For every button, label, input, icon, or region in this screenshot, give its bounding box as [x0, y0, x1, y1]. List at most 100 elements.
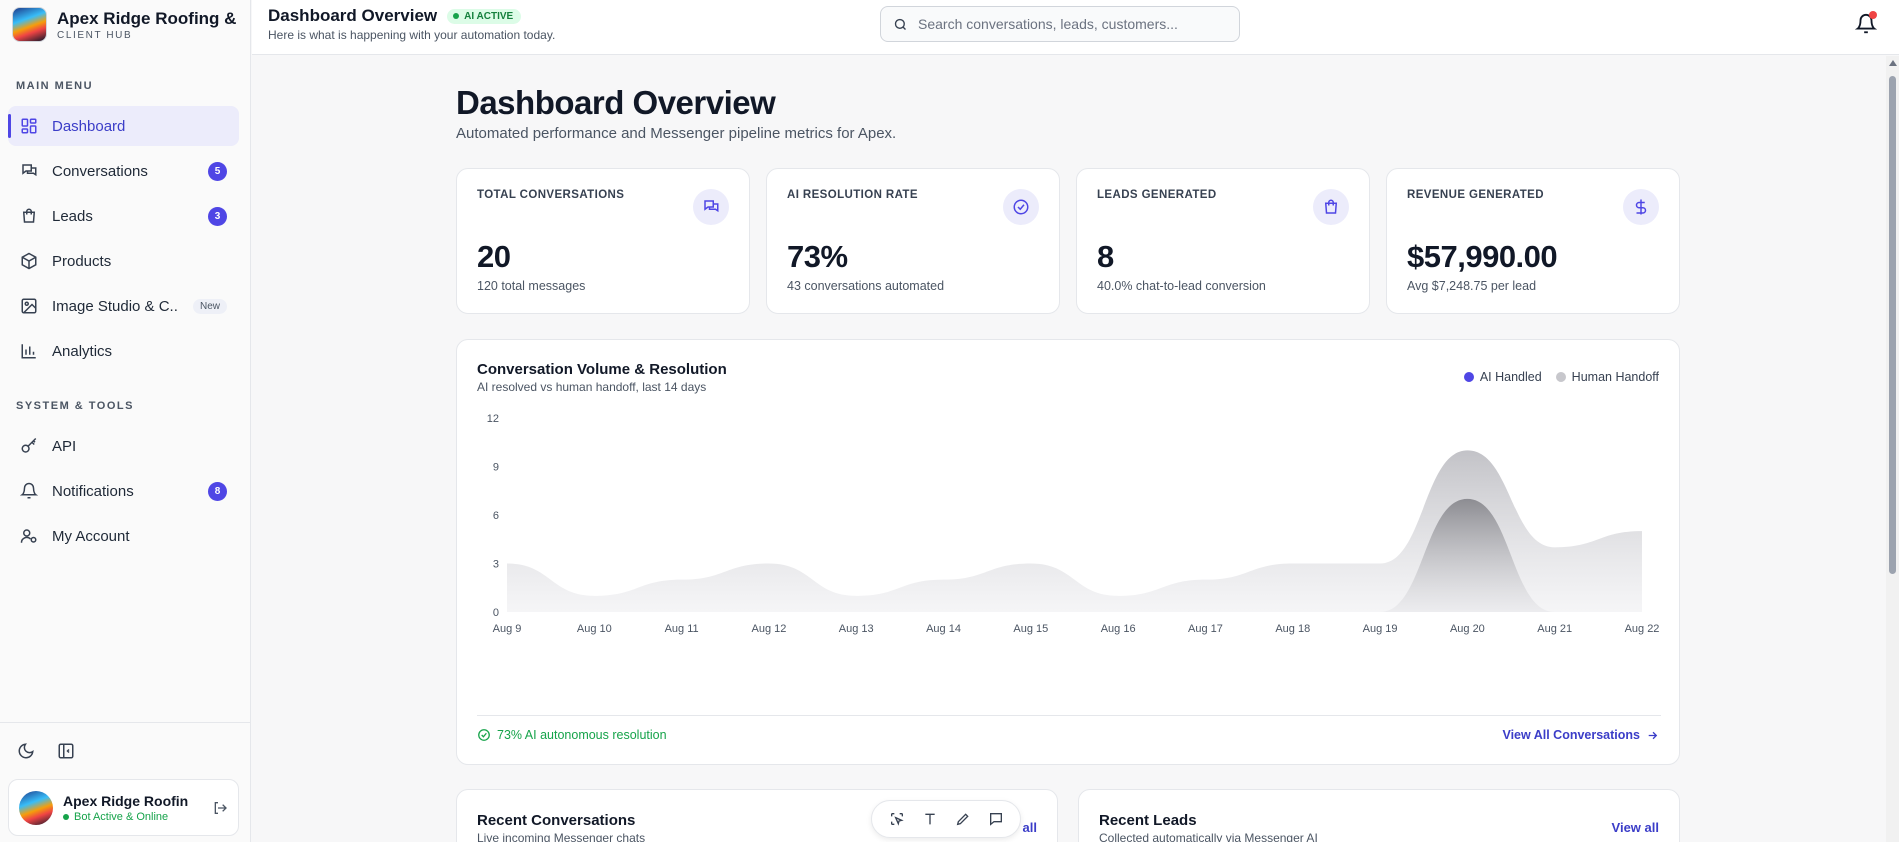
- collapse-sidebar-icon[interactable]: [57, 742, 75, 760]
- status-dot: [453, 13, 460, 19]
- sidebar-item-label: Analytics: [52, 342, 113, 360]
- stat-icon-wrap: [1313, 189, 1349, 225]
- sidebar-divider: [0, 722, 251, 723]
- legend-label: AI Handled: [1479, 370, 1542, 384]
- key-icon: [21, 437, 37, 453]
- stat-label: TOTAL CONVERSATIONS: [477, 189, 625, 201]
- top-bar: Dashboard Overview AI ACTIVE Here is wha…: [252, 0, 1899, 55]
- sidebar-item-api[interactable]: API: [8, 426, 239, 466]
- arrow-right-icon: [1648, 731, 1658, 739]
- stat-subtext: 43 conversations automated: [787, 279, 945, 293]
- view-all-leads-button[interactable]: View all: [1612, 820, 1659, 835]
- x-tick-label: Aug 22: [1625, 623, 1660, 635]
- sidebar-item-image-studio[interactable]: Image Studio & C... New: [8, 286, 239, 326]
- area-chart: 0 3 6 9 12 Aug 9 Aug 10 Aug 11 Aug 12 Aug 13 Aug 1…: [487, 413, 1660, 635]
- panel-title: Recent Leads: [1099, 812, 1197, 829]
- select-tool-icon[interactable]: [889, 811, 905, 827]
- sidebar-item-products[interactable]: Products: [8, 241, 239, 281]
- logout-icon[interactable]: [212, 800, 228, 816]
- status-badge: AI ACTIVE: [447, 8, 522, 24]
- panel-title: Recent Conversations: [477, 812, 636, 829]
- sidebar-item-my-account[interactable]: My Account: [8, 516, 239, 556]
- chart-legend: AI Handled Human Handoff: [1463, 370, 1659, 384]
- panel-subtitle: Collected automatically via Messenger AI: [1099, 831, 1318, 842]
- x-tick-label: Aug 16: [1101, 623, 1136, 635]
- stat-icon-wrap: [693, 189, 729, 225]
- page-subtitle: Automated performance and Messenger pipe…: [456, 125, 897, 142]
- stat-subtext: Avg $7,248.75 per lead: [1407, 279, 1537, 293]
- sidebar-item-dashboard[interactable]: Dashboard: [8, 106, 239, 146]
- sidebar-item-notifications[interactable]: Notifications 8: [8, 471, 239, 511]
- stat-subtext: 120 total messages: [477, 279, 586, 293]
- legend-label: Human Handoff: [1571, 370, 1659, 384]
- check-circle-icon: [478, 729, 490, 741]
- new-tag: New: [192, 298, 227, 314]
- bar-chart-icon: [21, 344, 36, 359]
- notification-dot: [1869, 11, 1877, 19]
- leads-badge: 3: [208, 206, 227, 226]
- account-card[interactable]: Apex Ridge Roofin... Bot Active & Online: [8, 779, 239, 836]
- x-tick-label: Aug 18: [1275, 623, 1310, 635]
- sidebar-item-label: Products: [52, 252, 112, 270]
- view-all-conversations-button[interactable]: all: [1023, 820, 1037, 835]
- search-input[interactable]: [918, 16, 1218, 32]
- user-gear-icon: [20, 529, 37, 543]
- chart-title: Conversation Volume & Resolution: [477, 361, 727, 378]
- sidebar-item-label: My Account: [52, 527, 130, 545]
- stat-value: $57,990.00: [1407, 239, 1558, 274]
- legend-item-ai-handled[interactable]: AI Handled: [1463, 370, 1542, 384]
- moon-icon[interactable]: [17, 742, 35, 760]
- sidebar-item-label: Notifications: [52, 482, 134, 500]
- bell-icon: [20, 482, 38, 499]
- x-tick-label: Aug 13: [839, 623, 874, 635]
- scroll-up-arrow[interactable]: [1889, 60, 1897, 66]
- conversation-volume-chart-card: Conversation Volume & Resolution AI reso…: [456, 339, 1680, 765]
- legend-swatch: [1463, 372, 1474, 382]
- y-tick-label: 0: [493, 607, 499, 619]
- brand-subtitle: CLIENT HUB: [57, 29, 133, 41]
- stat-icon-wrap: [1623, 189, 1659, 225]
- y-tick-label: 3: [493, 559, 499, 571]
- stat-label: REVENUE GENERATED: [1407, 189, 1544, 201]
- sidebar-item-label: Image Studio & C...: [52, 297, 179, 315]
- grid-icon: [21, 118, 37, 134]
- scroll-thumb[interactable]: [1889, 76, 1896, 574]
- y-tick-label: 9: [493, 462, 499, 474]
- stat-card-revenue-generated: REVENUE GENERATED $57,990.00 Avg $7,248.…: [1386, 168, 1680, 314]
- stat-card-ai-resolution-rate: AI RESOLUTION RATE 73% 43 conversations …: [766, 168, 1060, 314]
- stat-subtext: 40.0% chat-to-lead conversion: [1097, 279, 1266, 293]
- floating-toolbar: [871, 800, 1021, 838]
- legend-item-human-handoff[interactable]: Human Handoff: [1555, 370, 1659, 384]
- sidebar-item-conversations[interactable]: Conversations 5: [8, 151, 239, 191]
- image-icon: [21, 298, 37, 314]
- x-tick-label: Aug 15: [1013, 623, 1048, 635]
- comment-tool-icon[interactable]: [988, 811, 1004, 827]
- text-tool-icon[interactable]: [922, 811, 938, 827]
- search-bar[interactable]: [880, 6, 1240, 42]
- x-tick-label: Aug 20: [1450, 623, 1485, 635]
- avatar: [19, 790, 53, 825]
- x-tick-label: Aug 21: [1537, 623, 1572, 635]
- sidebar-item-leads[interactable]: Leads 3: [8, 196, 239, 236]
- stat-card-total-conversations: TOTAL CONVERSATIONS 20 120 total message…: [456, 168, 750, 314]
- account-status: Bot Active & Online: [63, 811, 202, 823]
- sidebar: Apex Ridge Roofing & ... CLIENT HUB MAIN…: [0, 0, 251, 842]
- account-status-text: Bot Active & Online: [74, 810, 169, 823]
- stat-label: LEADS GENERATED: [1097, 189, 1217, 201]
- stat-card-leads-generated: LEADS GENERATED 8 40.0% chat-to-lead con…: [1076, 168, 1370, 314]
- header: Dashboard Overview AI ACTIVE: [268, 6, 522, 26]
- sidebar-item-analytics[interactable]: Analytics: [8, 331, 239, 371]
- brand[interactable]: Apex Ridge Roofing & ... CLIENT HUB: [12, 7, 242, 42]
- stat-value: 8: [1097, 239, 1114, 274]
- pen-tool-icon[interactable]: [955, 811, 971, 827]
- view-all-conversations-link[interactable]: View All Conversations: [1502, 728, 1659, 742]
- scrollbar[interactable]: [1886, 56, 1899, 842]
- x-tick-label: Aug 14: [926, 623, 961, 635]
- shopping-bag-icon: [22, 208, 36, 223]
- view-all-conversations-label: View All Conversations: [1502, 728, 1640, 742]
- sidebar-item-label: API: [52, 437, 77, 455]
- search-icon: [894, 18, 906, 30]
- chat-icon: [704, 200, 719, 213]
- chart-footer-divider: [477, 715, 1661, 716]
- legend-swatch: [1555, 372, 1566, 382]
